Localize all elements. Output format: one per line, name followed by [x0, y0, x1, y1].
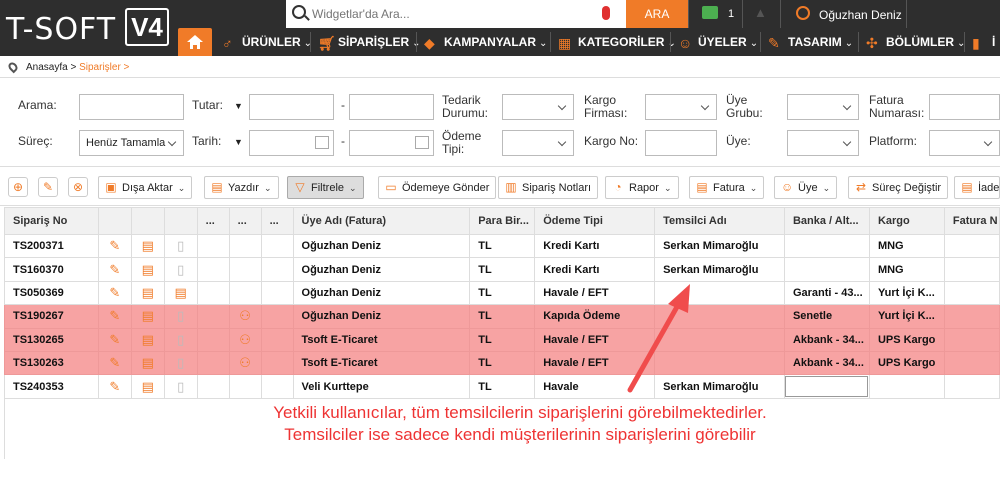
note-line-2: Temsilciler ise sadece kendi müşterileri…: [284, 425, 756, 444]
annotation-note: Yetkili kullanıcılar, tüm temsilcilerin …: [160, 402, 880, 446]
note-line-1: Yetkili kullanıcılar, tüm temsilcilerin …: [273, 403, 767, 422]
